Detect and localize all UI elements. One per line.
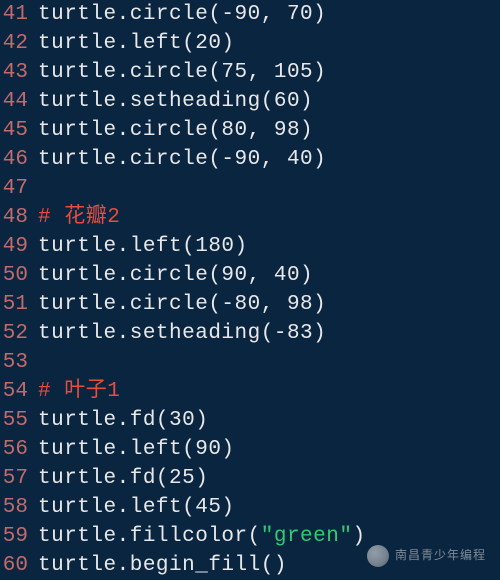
line-number: 48 <box>2 203 28 232</box>
code-line[interactable]: turtle.circle(-80, 98) <box>38 290 366 319</box>
line-number: 52 <box>2 319 28 348</box>
code-token: turtle.circle(-90, 40) <box>38 148 326 171</box>
line-number: 57 <box>2 464 28 493</box>
code-line[interactable]: turtle.left(180) <box>38 232 366 261</box>
code-token: turtle.circle(-90, 70) <box>38 3 326 26</box>
code-line[interactable]: turtle.circle(-90, 70) <box>38 0 366 29</box>
string-token: "green" <box>261 525 353 548</box>
code-token: turtle.left(45) <box>38 496 235 519</box>
line-number: 41 <box>2 0 28 29</box>
comment-token: # 叶子1 <box>38 380 120 403</box>
code-line[interactable]: turtle.left(90) <box>38 435 366 464</box>
code-line[interactable]: turtle.left(20) <box>38 29 366 58</box>
code-line[interactable]: turtle.setheading(-83) <box>38 319 366 348</box>
code-line[interactable]: turtle.left(45) <box>38 493 366 522</box>
line-number: 54 <box>2 377 28 406</box>
code-line[interactable]: turtle.fillcolor("green") <box>38 522 366 551</box>
code-line[interactable]: turtle.fd(25) <box>38 464 366 493</box>
code-line[interactable]: turtle.fd(30) <box>38 406 366 435</box>
code-token: turtle.fillcolor( <box>38 525 261 548</box>
code-line[interactable] <box>38 348 366 377</box>
line-number: 50 <box>2 261 28 290</box>
code-token: turtle.begin_fill() <box>38 554 287 577</box>
code-token: turtle.left(20) <box>38 32 235 55</box>
line-number: 60 <box>2 551 28 580</box>
code-line[interactable]: turtle.circle(90, 40) <box>38 261 366 290</box>
line-number: 45 <box>2 116 28 145</box>
line-number: 49 <box>2 232 28 261</box>
line-number: 56 <box>2 435 28 464</box>
line-number: 44 <box>2 87 28 116</box>
code-line[interactable]: turtle.circle(80, 98) <box>38 116 366 145</box>
line-number: 51 <box>2 290 28 319</box>
code-line[interactable]: turtle.circle(75, 105) <box>38 58 366 87</box>
code-line[interactable]: turtle.setheading(60) <box>38 87 366 116</box>
code-line[interactable]: turtle.begin_fill() <box>38 551 366 580</box>
code-line[interactable]: # 花瓣2 <box>38 203 366 232</box>
code-token: turtle.circle(-80, 98) <box>38 293 326 316</box>
code-token: turtle.setheading(60) <box>38 90 313 113</box>
line-number: 58 <box>2 493 28 522</box>
code-token: turtle.setheading(-83) <box>38 322 326 345</box>
line-number: 46 <box>2 145 28 174</box>
code-token: turtle.circle(75, 105) <box>38 61 326 84</box>
code-token: turtle.fd(30) <box>38 409 208 432</box>
code-token: turtle.fd(25) <box>38 467 208 490</box>
line-number: 59 <box>2 522 28 551</box>
code-editor: 4142434445464748495051525354555657585960… <box>0 0 500 580</box>
line-number-gutter: 4142434445464748495051525354555657585960 <box>0 0 34 580</box>
line-number: 43 <box>2 58 28 87</box>
code-token: turtle.left(90) <box>38 438 235 461</box>
code-token: ) <box>352 525 365 548</box>
code-line[interactable]: turtle.circle(-90, 40) <box>38 145 366 174</box>
code-token: turtle.circle(80, 98) <box>38 119 313 142</box>
code-area[interactable]: turtle.circle(-90, 70) turtle.left(20) tur… <box>34 0 366 580</box>
line-number: 42 <box>2 29 28 58</box>
line-number: 55 <box>2 406 28 435</box>
line-number: 53 <box>2 348 28 377</box>
comment-token: # 花瓣2 <box>38 206 120 229</box>
code-token: turtle.circle(90, 40) <box>38 264 313 287</box>
code-token: turtle.left(180) <box>38 235 248 258</box>
code-line[interactable]: # 叶子1 <box>38 377 366 406</box>
code-line[interactable] <box>38 174 366 203</box>
line-number: 47 <box>2 174 28 203</box>
